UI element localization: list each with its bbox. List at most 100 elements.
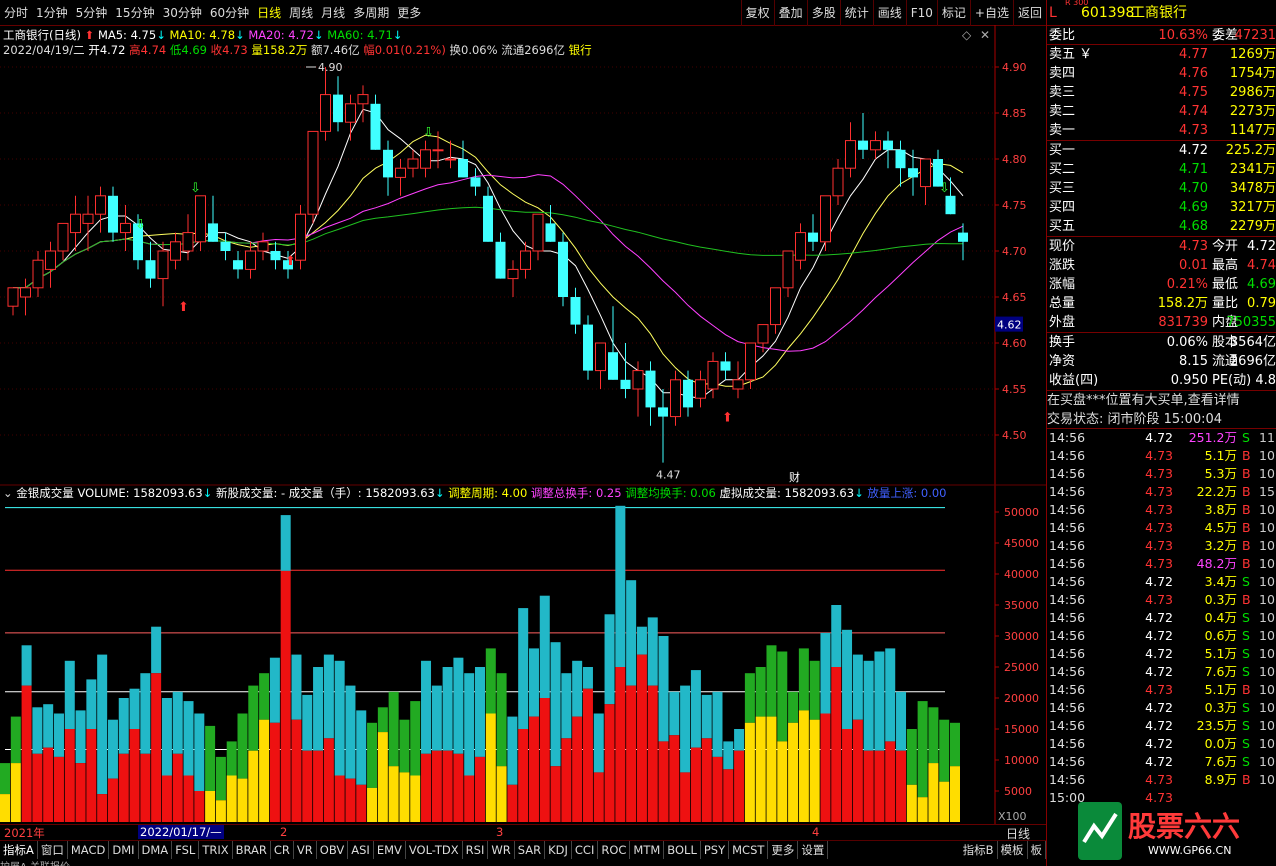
tick-side: B: [1242, 484, 1251, 499]
indicator-tab-10[interactable]: OBV: [317, 841, 349, 859]
collapse-icon[interactable]: ⌄: [3, 486, 13, 500]
market-tag: L: [1049, 5, 1057, 21]
indicator-tab-5[interactable]: FSL: [172, 841, 200, 859]
candle: [233, 251, 243, 279]
candle: [732, 361, 744, 399]
down-arrow-icon: ↓: [854, 486, 864, 500]
tool-button-4[interactable]: 画线: [872, 0, 906, 26]
notice-bar[interactable]: 在买盘***位置有大买单,查看详情: [1047, 391, 1276, 410]
period-tab-4[interactable]: 30分钟: [159, 0, 206, 26]
indicator-tab-4[interactable]: DMA: [139, 841, 173, 859]
bid-row-1[interactable]: 买二 4.71 2341万: [1047, 160, 1276, 179]
r300-tag: R 300: [1065, 0, 1089, 7]
period-tab-8[interactable]: 月线: [317, 0, 349, 26]
indicator-tab-6[interactable]: TRIX: [199, 841, 233, 859]
indicator-tab-20[interactable]: MTM: [630, 841, 665, 859]
tick-time: 14:56: [1049, 754, 1086, 769]
bid-row-2[interactable]: 买三 4.70 3478万: [1047, 179, 1276, 198]
period-tab-10[interactable]: 更多: [393, 0, 425, 26]
ask-row-1[interactable]: 卖四 4.76 1754万: [1047, 64, 1276, 83]
indicator-tab-12[interactable]: EMV: [374, 841, 406, 859]
indicator-tab-7[interactable]: BRAR: [233, 841, 271, 859]
indicator-tab-11[interactable]: ASI: [348, 841, 374, 859]
indicator-tab-16[interactable]: SAR: [515, 841, 546, 859]
tick-volume: 5.1万: [1204, 448, 1237, 463]
period-tab-7[interactable]: 周线: [285, 0, 317, 26]
period-tab-2[interactable]: 5分钟: [72, 0, 112, 26]
period-tab-6[interactable]: 日线: [253, 0, 285, 26]
ask-row-3[interactable]: 卖二 4.74 2273万: [1047, 102, 1276, 121]
tick-row: 14:56 4.73 5.3万 B 10: [1047, 465, 1276, 483]
ask-price: 4.77: [1179, 47, 1208, 62]
indicator-tab-right-2[interactable]: 板: [1028, 841, 1046, 859]
tool-button-8[interactable]: 返回: [1012, 0, 1046, 26]
indicator-tab-0[interactable]: 指标A: [0, 841, 38, 859]
indicator-tab-right-1[interactable]: 模板: [998, 841, 1028, 859]
bar-sector: 银行: [568, 43, 592, 57]
volume-bar: [496, 673, 507, 822]
period-tab-0[interactable]: 分时: [0, 0, 32, 26]
indicator-tab-1[interactable]: 窗口: [38, 841, 68, 859]
tick-list[interactable]: 14:56 4.72 251.2万 S 11 14:56 4.73 5.1万 B 10 14:56 4…: [1047, 429, 1276, 807]
quote-cell: 4.73: [1179, 239, 1208, 254]
candle: [670, 370, 681, 426]
volume-tick: 20000: [1004, 692, 1039, 705]
indicator-tab-13[interactable]: VOL-TDX: [406, 841, 463, 859]
indicator-tab-19[interactable]: ROC: [598, 841, 631, 859]
indicator-tab-17[interactable]: KDJ: [545, 841, 572, 859]
tool-button-1[interactable]: 叠加: [773, 0, 807, 26]
tool-button-3[interactable]: 统计: [839, 0, 873, 26]
candle: [495, 232, 506, 279]
indicator-tab-18[interactable]: CCI: [572, 841, 599, 859]
ask-row-2[interactable]: 卖三 4.75 2986万: [1047, 83, 1276, 102]
bid-row-4[interactable]: 买五 4.68 2279万: [1047, 217, 1276, 236]
kline-chart[interactable]: 4.90 4.85 4.80 4.75 4.70 4.65 4.60 4.55 4.50 4.90…: [0, 25, 1046, 485]
volume-bar: [161, 698, 172, 822]
indicator-tab-right-0[interactable]: 指标B: [960, 841, 998, 859]
tick-time: 14:56: [1049, 592, 1086, 607]
volume-tick: 30000: [1004, 630, 1039, 643]
candle: [858, 113, 868, 159]
tool-button-0[interactable]: 复权: [740, 0, 774, 26]
tick-side: S: [1242, 700, 1250, 715]
volume-bar: [97, 654, 108, 822]
tick-price: 4.72: [1145, 736, 1173, 751]
indicator-tab-14[interactable]: RSI: [463, 841, 489, 859]
ask-volume: 1754万: [1229, 66, 1276, 81]
tool-button-7[interactable]: +自选: [969, 0, 1013, 26]
indicator-tab-15[interactable]: WR: [488, 841, 515, 859]
indicator-tab-2[interactable]: MACD: [68, 841, 110, 859]
indicator-tab-9[interactable]: VR: [294, 841, 317, 859]
indicator-tab-23[interactable]: MCST: [729, 841, 769, 859]
indicator-tab-25[interactable]: 设置: [798, 841, 829, 859]
period-tab-5[interactable]: 60分钟: [206, 0, 253, 26]
period-tab-1[interactable]: 1分钟: [32, 0, 72, 26]
tick-time: 14:56: [1049, 574, 1086, 589]
finance-marker[interactable]: 财: [789, 470, 800, 484]
ask-price: 4.73: [1179, 123, 1208, 138]
bar-float: 流通2696亿: [501, 43, 565, 57]
price-tick: 4.70: [1002, 245, 1027, 258]
bid-row-3[interactable]: 买四 4.69 3217万: [1047, 198, 1276, 217]
volume-chart[interactable]: 50000 45000 40000 35000 30000 25000 20000 15000…: [0, 484, 1046, 824]
indicator-tab-8[interactable]: CR: [271, 841, 294, 859]
bid-row-0[interactable]: 买一 4.72 225.2万: [1047, 141, 1276, 160]
indicator-tab-3[interactable]: DMI: [109, 841, 139, 859]
ask-row-0[interactable]: 卖五 ￥ 4.77 1269万: [1047, 45, 1276, 64]
period-tab-3[interactable]: 15分钟: [111, 0, 158, 26]
tick-volume: 0.0万: [1204, 736, 1237, 751]
tick-volume: 5.1万: [1204, 682, 1237, 697]
tick-count: 10: [1259, 610, 1275, 625]
tool-button-5[interactable]: F10: [905, 0, 937, 26]
ask-label: 卖五 ￥: [1049, 47, 1093, 62]
indicator-tab-24[interactable]: 更多: [768, 841, 799, 859]
volume-bar: [194, 713, 205, 822]
indicator-tab-21[interactable]: BOLL: [664, 841, 701, 859]
indicator-tab-22[interactable]: PSY: [701, 841, 730, 859]
tool-button-6[interactable]: 标记: [936, 0, 970, 26]
tick-time: 14:56: [1049, 718, 1086, 733]
quote2-row-1: 净资 8.15 流通 2696亿: [1047, 352, 1276, 371]
tool-button-2[interactable]: 多股: [806, 0, 840, 26]
period-tab-9[interactable]: 多周期: [349, 0, 393, 26]
ask-row-4[interactable]: 卖一 4.73 1147万: [1047, 121, 1276, 140]
